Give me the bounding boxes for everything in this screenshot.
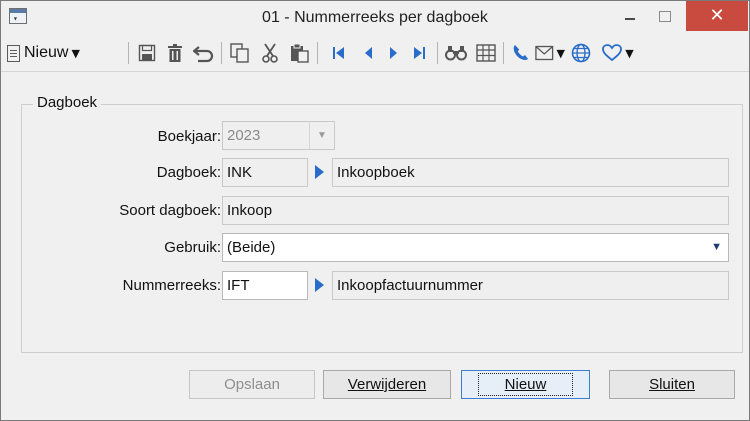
lookup-arrow-icon[interactable] — [315, 165, 324, 179]
toolbar: Nieuw ▼ ▼ ▼ — [1, 35, 749, 72]
new-record-label: Nieuw — [24, 44, 69, 61]
previous-record-icon[interactable] — [358, 40, 378, 66]
nummerreeks-code-field[interactable]: IFT — [222, 271, 308, 300]
save-icon[interactable] — [135, 40, 159, 66]
new-document-icon — [7, 44, 20, 62]
phone-icon[interactable] — [509, 40, 533, 66]
heart-icon[interactable]: ▼ — [599, 40, 637, 66]
find-icon[interactable] — [443, 40, 469, 66]
next-record-icon[interactable] — [384, 40, 404, 66]
save-button[interactable]: Opslaan — [189, 370, 315, 399]
new-button-label: Nieuw — [504, 376, 547, 393]
gebruik-label: Gebruik: — [164, 239, 221, 256]
group-title: Dagboek — [33, 94, 102, 111]
toolbar-divider — [437, 42, 438, 64]
minimize-button[interactable] — [613, 1, 647, 31]
boekjaar-combobox[interactable]: 2023 ▼ — [222, 121, 335, 150]
lookup-arrow-icon[interactable] — [315, 278, 324, 292]
delete-button-label: Verwijderen — [347, 376, 427, 393]
dagboek-code-field[interactable]: INK — [222, 158, 308, 187]
close-button[interactable]: Sluiten — [609, 370, 735, 399]
copy-icon[interactable] — [227, 40, 253, 66]
new-record-button[interactable]: Nieuw ▼ — [7, 40, 127, 66]
new-button[interactable]: Nieuw — [461, 370, 590, 399]
toolbar-divider — [128, 42, 129, 64]
grid-icon[interactable] — [473, 40, 499, 66]
paste-icon[interactable] — [287, 40, 313, 66]
title-bar[interactable]: ▾ 01 - Nummerreeks per dagboek ✕ — [1, 1, 749, 35]
gebruik-dropdown[interactable]: (Beide) ▼ — [222, 233, 729, 262]
dialog-window: ▾ 01 - Nummerreeks per dagboek ✕ Nieuw ▼ — [0, 0, 750, 421]
new-button-label-wrap: Nieuw — [477, 373, 574, 396]
toolbar-divider — [503, 42, 504, 64]
dialog-content: Dagboek Boekjaar: 2023 ▼ Dagboek: INK In… — [1, 72, 749, 420]
close-window-button[interactable]: ✕ — [686, 1, 748, 31]
first-record-icon[interactable] — [329, 40, 349, 66]
close-button-label: Sluiten — [649, 376, 695, 393]
chevron-down-icon[interactable]: ▼ — [309, 122, 334, 149]
boekjaar-label: Boekjaar: — [157, 128, 221, 145]
chevron-down-icon[interactable]: ▼ — [711, 234, 722, 261]
maximize-button[interactable] — [647, 1, 681, 31]
dagboek-label: Dagboek: — [156, 164, 221, 181]
undo-icon[interactable] — [191, 40, 217, 66]
soort-dagboek-label: Soort dagboek: — [119, 202, 221, 219]
chevron-down-icon[interactable]: ▼ — [557, 47, 565, 60]
nummerreeks-label: Nummerreeks: — [122, 277, 221, 294]
last-record-icon[interactable] — [409, 40, 429, 66]
toolbar-divider — [221, 42, 222, 64]
nummerreeks-name-field: Inkoopfactuurnummer — [332, 271, 729, 300]
delete-button[interactable]: Verwijderen — [323, 370, 451, 399]
soort-dagboek-field: Inkoop — [222, 196, 729, 225]
globe-icon[interactable] — [568, 40, 594, 66]
dagboek-name-field: Inkoopboek — [332, 158, 729, 187]
delete-icon[interactable] — [163, 40, 187, 66]
mail-icon[interactable]: ▼ — [535, 40, 565, 66]
toolbar-divider — [317, 42, 318, 64]
cut-icon[interactable] — [257, 40, 283, 66]
boekjaar-value: 2023 — [227, 127, 261, 144]
chevron-down-icon[interactable]: ▼ — [625, 47, 633, 60]
chevron-down-icon[interactable]: ▼ — [71, 47, 79, 60]
gebruik-value: (Beide) — [227, 239, 276, 256]
